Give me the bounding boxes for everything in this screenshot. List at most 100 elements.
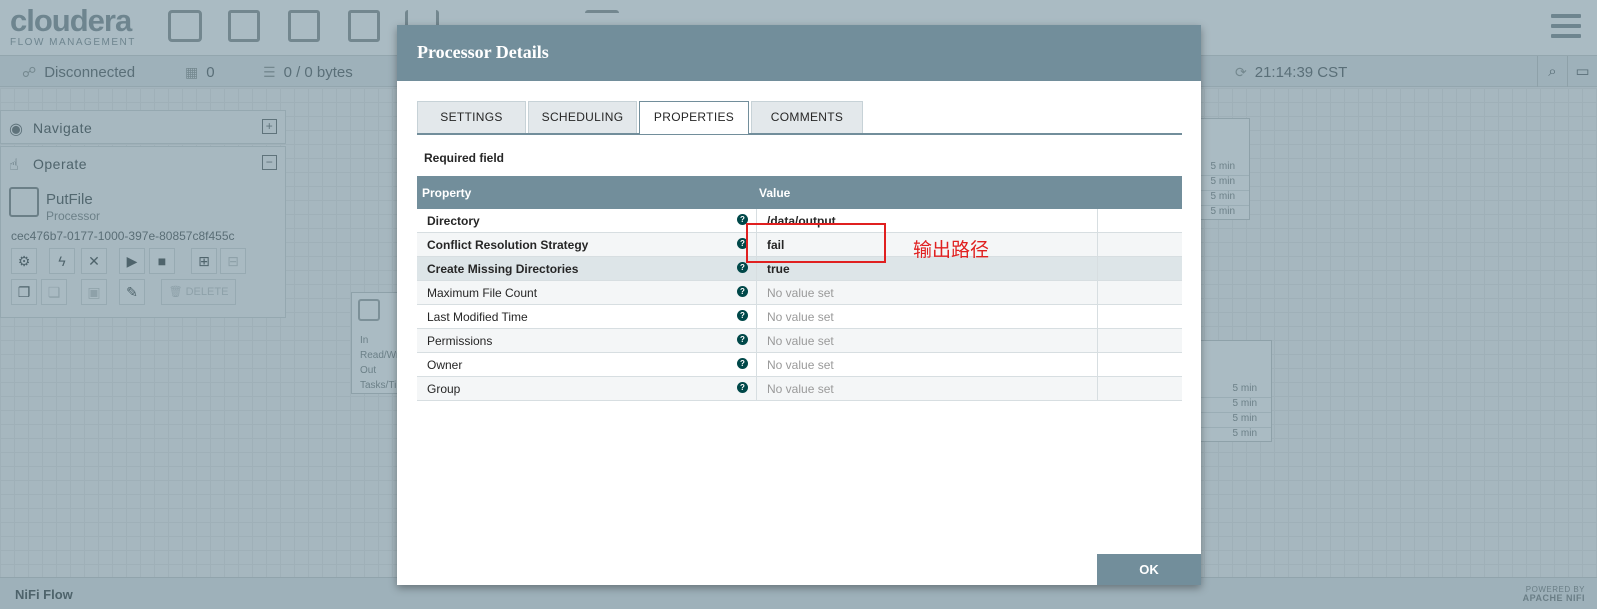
- connection-status-text: Disconnected: [44, 64, 136, 81]
- processor-icon: [9, 187, 39, 217]
- copy-icon[interactable]: ❐: [11, 279, 37, 305]
- group-icon[interactable]: ▣: [81, 279, 107, 305]
- refresh-icon[interactable]: ⟳: [1235, 64, 1247, 80]
- processor-tool-icon[interactable]: [168, 10, 202, 42]
- active-threads: ▦ 0: [185, 64, 215, 81]
- column-header-property[interactable]: Property: [422, 186, 471, 200]
- operate-header[interactable]: ☝ Operate −: [1, 147, 285, 181]
- property-value[interactable]: true: [767, 262, 790, 276]
- logo-subtitle: FLOW MANAGEMENT: [10, 37, 136, 48]
- processor-icon: [358, 299, 380, 321]
- navigate-header[interactable]: ◉ Navigate +: [1, 111, 285, 145]
- property-name: Owner: [427, 358, 463, 372]
- property-value[interactable]: No value set: [767, 358, 834, 372]
- stat-value: 5 min: [1210, 191, 1235, 202]
- property-name: Create Missing Directories: [427, 262, 579, 276]
- powered-by-logo: POWERED BY APACHE NIFI: [1523, 585, 1585, 603]
- property-value[interactable]: No value set: [767, 334, 834, 348]
- dialog-header: Processor Details: [397, 25, 1201, 81]
- annotation-label: 输出路径: [913, 239, 990, 261]
- property-name: Permissions: [427, 334, 493, 348]
- breadcrumb[interactable]: NiFi Flow: [15, 587, 73, 602]
- navigate-palette: ◉ Navigate +: [0, 110, 286, 144]
- stat-value: 5 min: [1210, 176, 1235, 187]
- dialog-title: Processor Details: [417, 42, 549, 62]
- help-icon[interactable]: ?: [737, 262, 748, 273]
- stat-label-tasks: Tasks/Ti: [360, 380, 397, 391]
- trash-icon: 🗑: [168, 286, 186, 298]
- column-header-value[interactable]: Value: [759, 186, 790, 200]
- help-icon[interactable]: ?: [737, 286, 748, 297]
- stat-value: 5 min: [1232, 398, 1257, 409]
- help-icon[interactable]: ?: [737, 358, 748, 369]
- expand-icon[interactable]: +: [262, 119, 277, 134]
- property-name: Maximum File Count: [427, 286, 538, 300]
- property-name: Last Modified Time: [427, 310, 528, 324]
- property-value[interactable]: No value set: [767, 286, 834, 300]
- operate-title: Operate: [33, 156, 88, 172]
- tab-scheduling[interactable]: SCHEDULING: [528, 101, 637, 133]
- selected-processor-type: Processor: [46, 209, 101, 223]
- stat-label-out: Out: [360, 365, 377, 376]
- property-name: Conflict Resolution Strategy: [427, 238, 589, 252]
- bulletin-icon[interactable]: ▭: [1567, 56, 1597, 87]
- navigate-title: Navigate: [33, 120, 93, 136]
- search-icon[interactable]: ⌕: [1537, 56, 1567, 87]
- table-header: Property Value: [417, 176, 1182, 209]
- active-threads-count: 0: [206, 64, 215, 81]
- delete-label: DELETE: [185, 286, 229, 298]
- selected-processor-id: cec476b7-0177-1000-397e-80857c8f455c: [11, 229, 235, 243]
- selected-processor-name: PutFile: [46, 191, 93, 208]
- logo-text: cloudera: [10, 3, 132, 38]
- table-row[interactable]: Last Modified Time ? No value set: [417, 305, 1182, 329]
- tab-settings[interactable]: SETTINGS: [417, 101, 526, 133]
- upload-template-icon[interactable]: ⊟: [220, 248, 246, 274]
- required-field-note: Required field: [424, 151, 505, 165]
- table-row[interactable]: Owner ? No value set: [417, 353, 1182, 377]
- stat-value: 5 min: [1232, 383, 1257, 394]
- cloudera-logo: cloudera FLOW MANAGEMENT: [10, 3, 136, 48]
- apache-nifi-text: APACHE NIFI: [1522, 593, 1585, 603]
- queued-text: 0 / 0 bytes: [283, 64, 353, 81]
- enable-bolt-icon[interactable]: ϟ: [49, 248, 75, 274]
- process-group-tool-icon[interactable]: [348, 10, 380, 42]
- cluster-icon: ☍: [22, 64, 37, 80]
- create-template-icon[interactable]: ⊞: [191, 248, 217, 274]
- tab-comments[interactable]: COMMENTS: [751, 101, 863, 133]
- help-icon[interactable]: ?: [737, 334, 748, 345]
- disable-icon[interactable]: ✕: [81, 248, 107, 274]
- queue-icon: ☰: [263, 64, 276, 80]
- last-refreshed: ⟳ 21:14:39 CST: [1235, 64, 1347, 81]
- global-menu-icon[interactable]: [1551, 14, 1581, 40]
- last-refreshed-time: 21:14:39 CST: [1254, 64, 1348, 81]
- tab-divider: [417, 133, 1182, 135]
- table-row[interactable]: Maximum File Count ? No value set: [417, 281, 1182, 305]
- stat-value: 5 min: [1210, 161, 1235, 172]
- connection-status: ☍ Disconnected: [22, 64, 135, 81]
- property-value[interactable]: No value set: [767, 310, 834, 324]
- stat-label-in: In: [360, 335, 369, 346]
- stop-square-icon[interactable]: ■: [149, 248, 175, 274]
- queued-status: ☰ 0 / 0 bytes: [263, 64, 353, 81]
- paste-icon[interactable]: ❏: [41, 279, 67, 305]
- property-name: Group: [427, 382, 461, 396]
- collapse-icon[interactable]: −: [262, 155, 277, 170]
- configure-gear-icon[interactable]: ⚙: [11, 248, 37, 274]
- start-play-icon[interactable]: ▶: [119, 248, 145, 274]
- compass-icon: ◉: [9, 121, 24, 138]
- delete-button[interactable]: 🗑 DELETE: [161, 279, 236, 305]
- property-value[interactable]: No value set: [767, 382, 834, 396]
- property-name: Directory: [427, 214, 480, 228]
- help-icon[interactable]: ?: [737, 310, 748, 321]
- input-port-tool-icon[interactable]: [228, 10, 260, 42]
- table-row[interactable]: Permissions ? No value set: [417, 329, 1182, 353]
- stat-value: 5 min: [1232, 428, 1257, 439]
- annotation-highlight-box: [746, 223, 886, 263]
- stat-value: 5 min: [1210, 206, 1235, 217]
- ok-button[interactable]: OK: [1097, 554, 1201, 585]
- tab-properties[interactable]: PROPERTIES: [639, 101, 749, 134]
- table-row[interactable]: Group ? No value set: [417, 377, 1182, 401]
- color-brush-icon[interactable]: ✎: [119, 279, 145, 305]
- help-icon[interactable]: ?: [737, 382, 748, 393]
- output-port-tool-icon[interactable]: [288, 10, 320, 42]
